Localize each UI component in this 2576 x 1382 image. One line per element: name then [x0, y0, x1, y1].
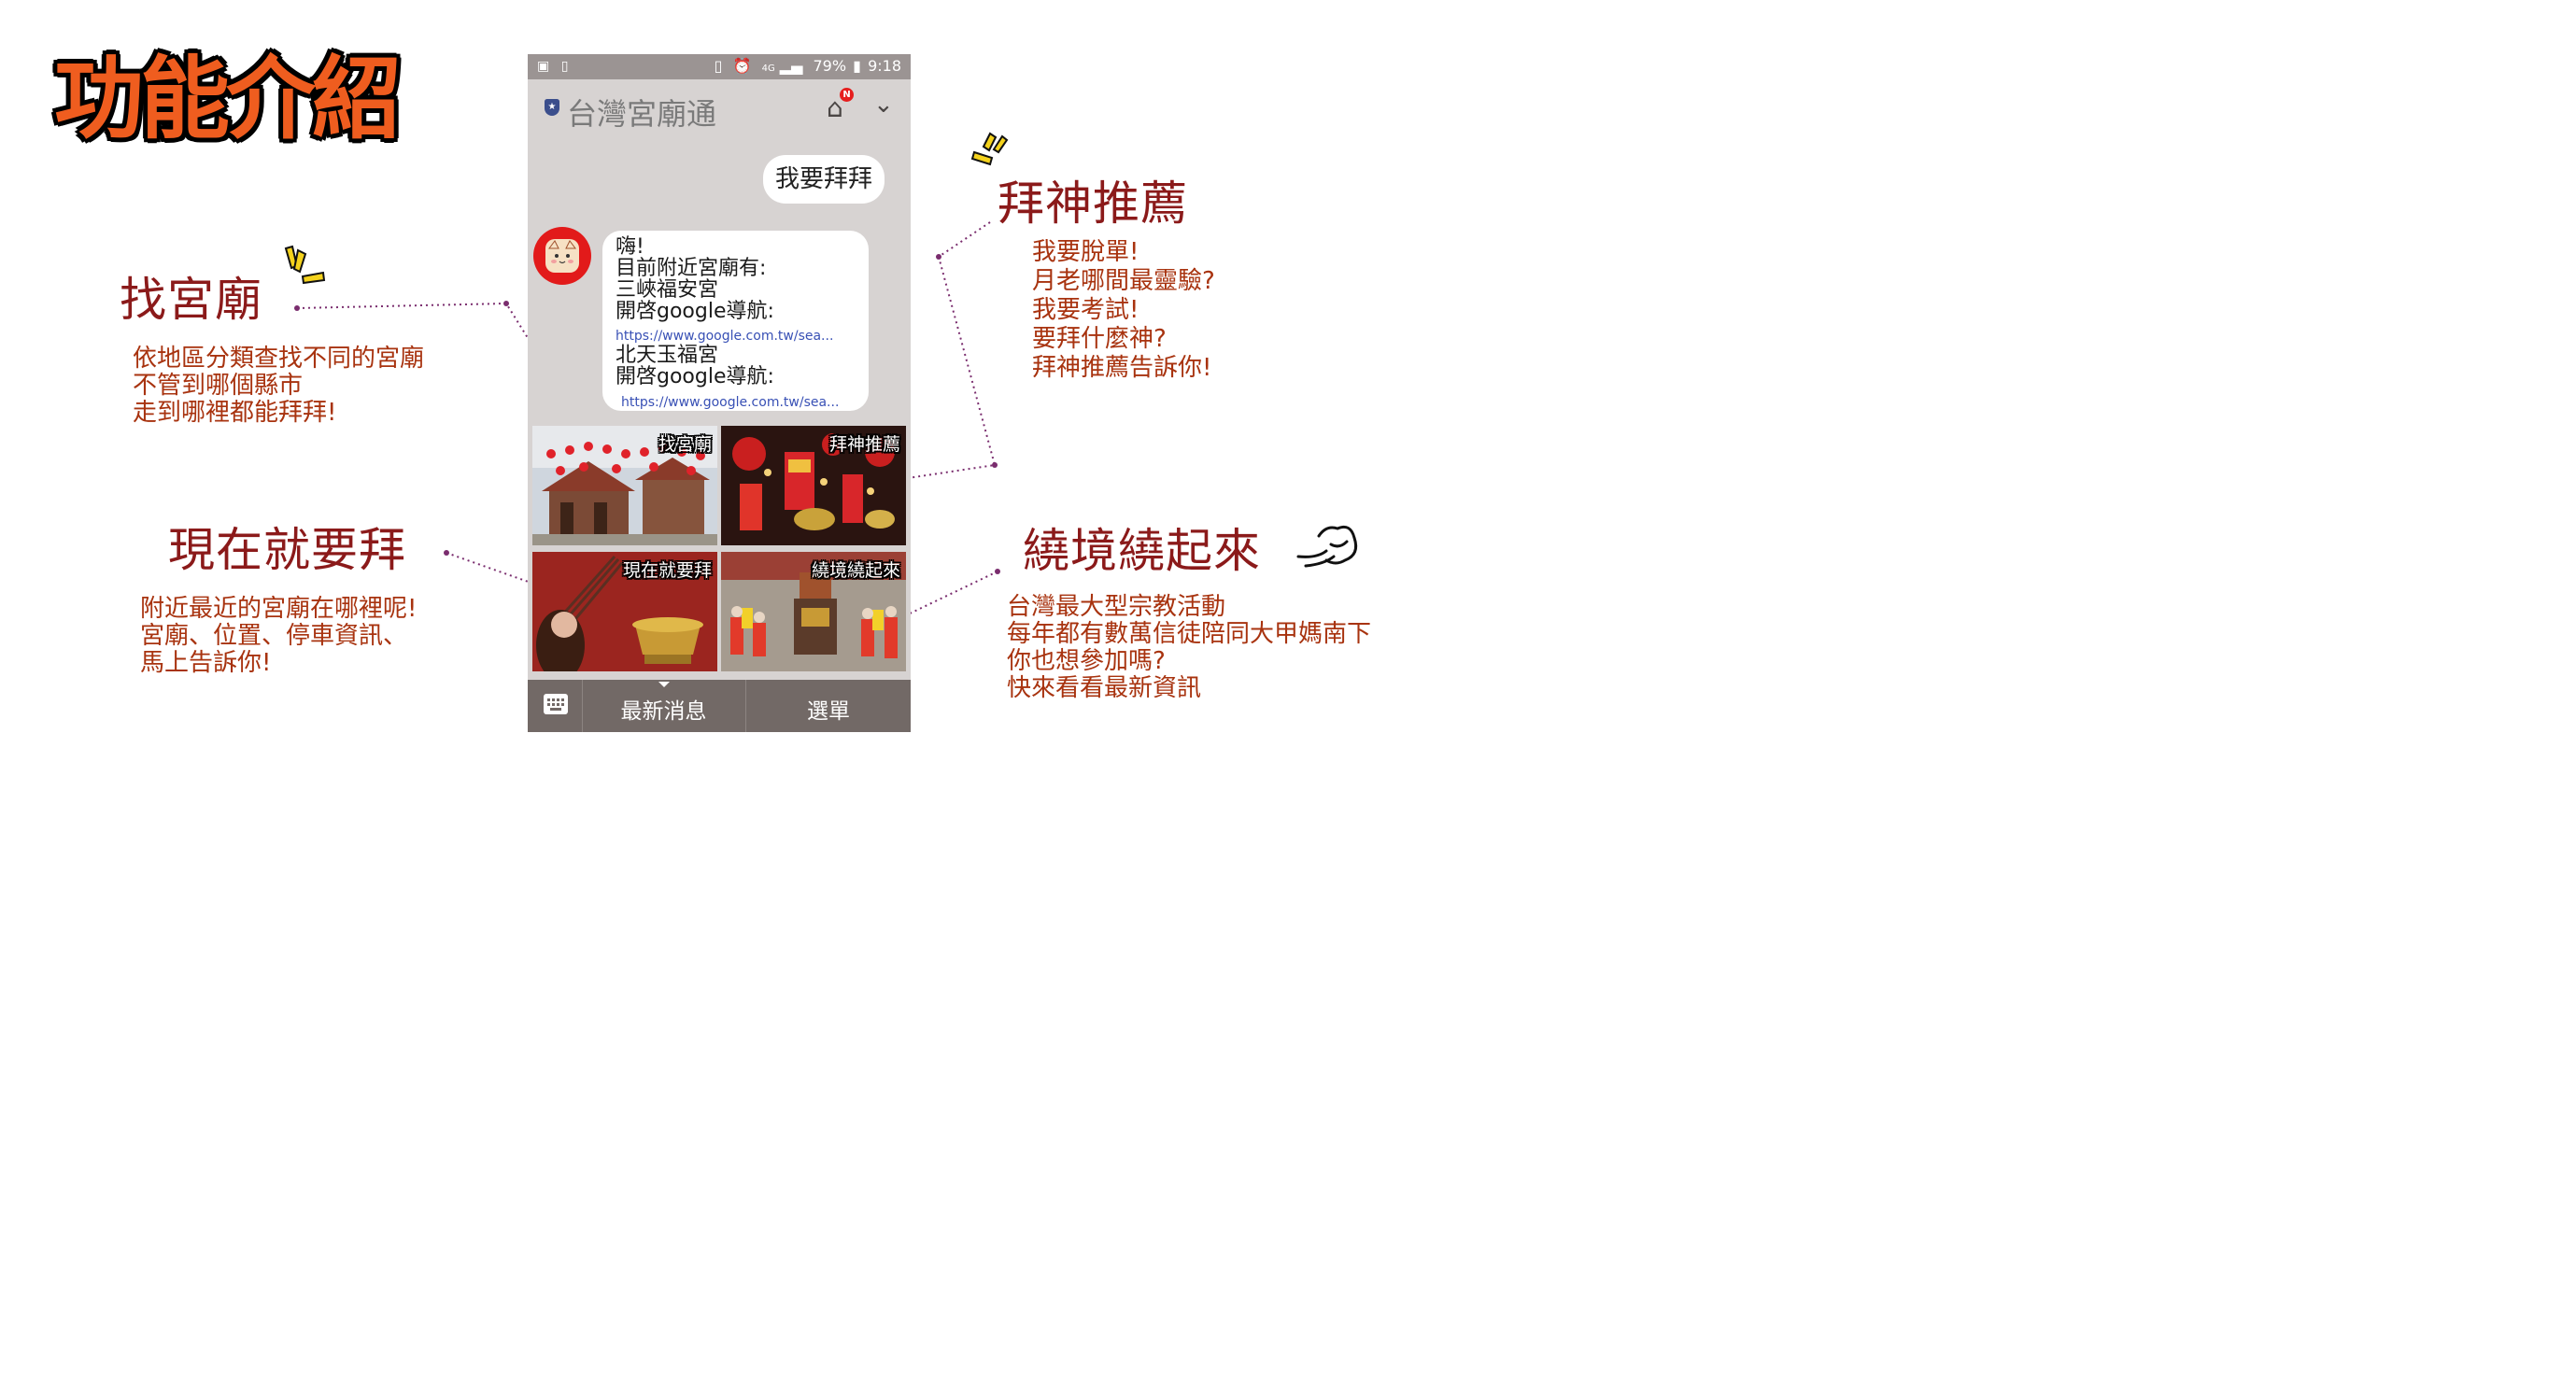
- bot-intro: 目前附近宮廟有:: [616, 257, 767, 280]
- feature-title-worship-now: 現在就要拜: [168, 523, 406, 577]
- battery-percent: 79%: [813, 57, 847, 75]
- menu-tile-label: 拜神推薦: [828, 434, 900, 455]
- bot-message-bubble: 嗨! 目前附近宮廟有: 三峽福安宮 開啓google導航: https://ww…: [602, 231, 869, 411]
- device-icon: ▯: [560, 59, 569, 74]
- feature-desc-line: 快來看看最新資訊: [1007, 674, 1202, 702]
- verified-shield-icon: ★: [545, 99, 559, 116]
- feature-desc-line: 我要脫單!: [1032, 238, 1139, 266]
- feature-desc-pilgrimage: 台灣最大型宗教活動 每年都有數萬信徒陪同大甲媽南下 你也想參加嗎? 快來看看最新…: [1007, 594, 1371, 702]
- bot-avatar[interactable]: [533, 227, 591, 285]
- app-header: ★ 台灣宮廟通 ⌂ N ⌄: [528, 79, 911, 135]
- feature-desc-worship-now: 附近最近的宮廟在哪裡呢! 宮廟、位置、停車資訊、 馬上告訴你!: [140, 596, 417, 677]
- nav-label: 開啓google導航:: [616, 300, 774, 323]
- feature-desc-worship-recommend: 我要脫單! 月老哪間最靈驗? 我要考試! 要拜什麼神? 拜神推薦告訴你!: [1032, 238, 1215, 383]
- battery-icon: ▮: [853, 57, 861, 75]
- feature-desc-line: 月老哪間最靈驗?: [1032, 267, 1215, 295]
- status-indicators: ▯ ⏰ 4G ▂▄ 79% ▮ 9:18: [709, 57, 901, 75]
- phone-screen: ▣ ▯ ▯ ⏰ 4G ▂▄ 79% ▮ 9:18 ★ 台灣宮廟通 ⌂ N ⌄ 我…: [528, 54, 911, 732]
- feature-title-worship-recommend: 拜神推薦: [998, 176, 1188, 231]
- feature-desc-find-temple: 依地區分類查找不同的宮廟 不管到哪個縣市 走到哪裡都能拜拜!: [133, 346, 424, 427]
- sparkle-icon: [970, 132, 1009, 166]
- cat-face-icon: [545, 239, 579, 273]
- feature-desc-line: 附近最近的宮廟在哪裡呢!: [140, 595, 418, 623]
- notification-icons: ▣ ▯: [537, 59, 568, 74]
- menu-button[interactable]: 選單: [746, 693, 911, 725]
- feature-desc-line: 每年都有數萬信徒陪同大甲媽南下: [1007, 620, 1372, 648]
- feature-desc-line: 要拜什麼神?: [1032, 325, 1167, 353]
- menu-tile-label: 現在就要拜: [622, 560, 712, 581]
- status-bar: ▣ ▯ ▯ ⏰ 4G ▂▄ 79% ▮ 9:18: [528, 54, 911, 79]
- menu-tile-label: 找宮廟: [658, 434, 712, 455]
- feature-desc-line: 你也想參加嗎?: [1007, 647, 1166, 675]
- feature-desc-line: 馬上告訴你!: [140, 649, 272, 677]
- keyboard-icon[interactable]: [544, 694, 568, 714]
- wind-swirl-icon: [1296, 525, 1358, 568]
- menu-tile-worship-recommend[interactable]: 拜神推薦: [721, 426, 906, 545]
- vibrate-icon: ▯: [714, 57, 723, 75]
- notification-badge: N: [840, 88, 854, 102]
- image-icon: ▣: [537, 59, 550, 74]
- temple-name: 北天玉福宮: [616, 344, 719, 367]
- user-message-bubble: 我要拜拜: [763, 155, 885, 204]
- sparkle-icon: [284, 245, 326, 285]
- caret-down-icon: [658, 682, 670, 687]
- menu-tile-worship-now[interactable]: 現在就要拜: [532, 552, 717, 671]
- bottom-bar: 最新消息 選單: [528, 680, 911, 732]
- app-title: 台灣宮廟通: [567, 96, 717, 132]
- google-maps-link[interactable]: https://www.google.com.tw/sea...: [621, 394, 839, 411]
- feature-desc-line: 拜神推薦告訴你!: [1032, 354, 1212, 382]
- google-maps-link[interactable]: https://www.google.com.tw/sea...: [616, 328, 833, 345]
- connector-pilgrimage: [907, 571, 998, 615]
- menu-tile-label: 繞境繞起來: [811, 560, 900, 581]
- alarm-icon: ⏰: [732, 57, 752, 75]
- feature-title-pilgrimage: 繞境繞起來: [1023, 524, 1261, 578]
- feature-desc-line: 我要考試!: [1032, 296, 1139, 324]
- latest-news-button[interactable]: 最新消息: [582, 693, 745, 725]
- feature-desc-line: 宮廟、位置、停車資訊、: [140, 622, 408, 650]
- connector-recommend: [907, 221, 997, 479]
- nav-label: 開啓google導航:: [616, 365, 774, 388]
- temple-name: 三峽福安宮: [616, 278, 719, 302]
- feature-title-find-temple: 找宮廟: [120, 273, 262, 327]
- page-title: 功能介紹: [54, 47, 402, 151]
- menu-tile-pilgrimage[interactable]: 繞境繞起來: [721, 552, 906, 671]
- clock: 9:18: [868, 57, 901, 75]
- menu-tile-find-temple[interactable]: 找宮廟: [532, 426, 717, 545]
- chevron-down-icon[interactable]: ⌄: [873, 91, 894, 119]
- feature-desc-line: 不管到哪個縣市: [133, 372, 304, 400]
- network-label: 4G: [761, 63, 775, 74]
- bot-greeting: 嗨!: [616, 235, 644, 259]
- feature-desc-line: 依地區分類查找不同的宮廟: [133, 345, 425, 373]
- signal-icon: ▂▄: [779, 57, 803, 75]
- feature-desc-line: 台灣最大型宗教活動: [1007, 593, 1226, 621]
- feature-desc-line: 走到哪裡都能拜拜!: [133, 399, 337, 427]
